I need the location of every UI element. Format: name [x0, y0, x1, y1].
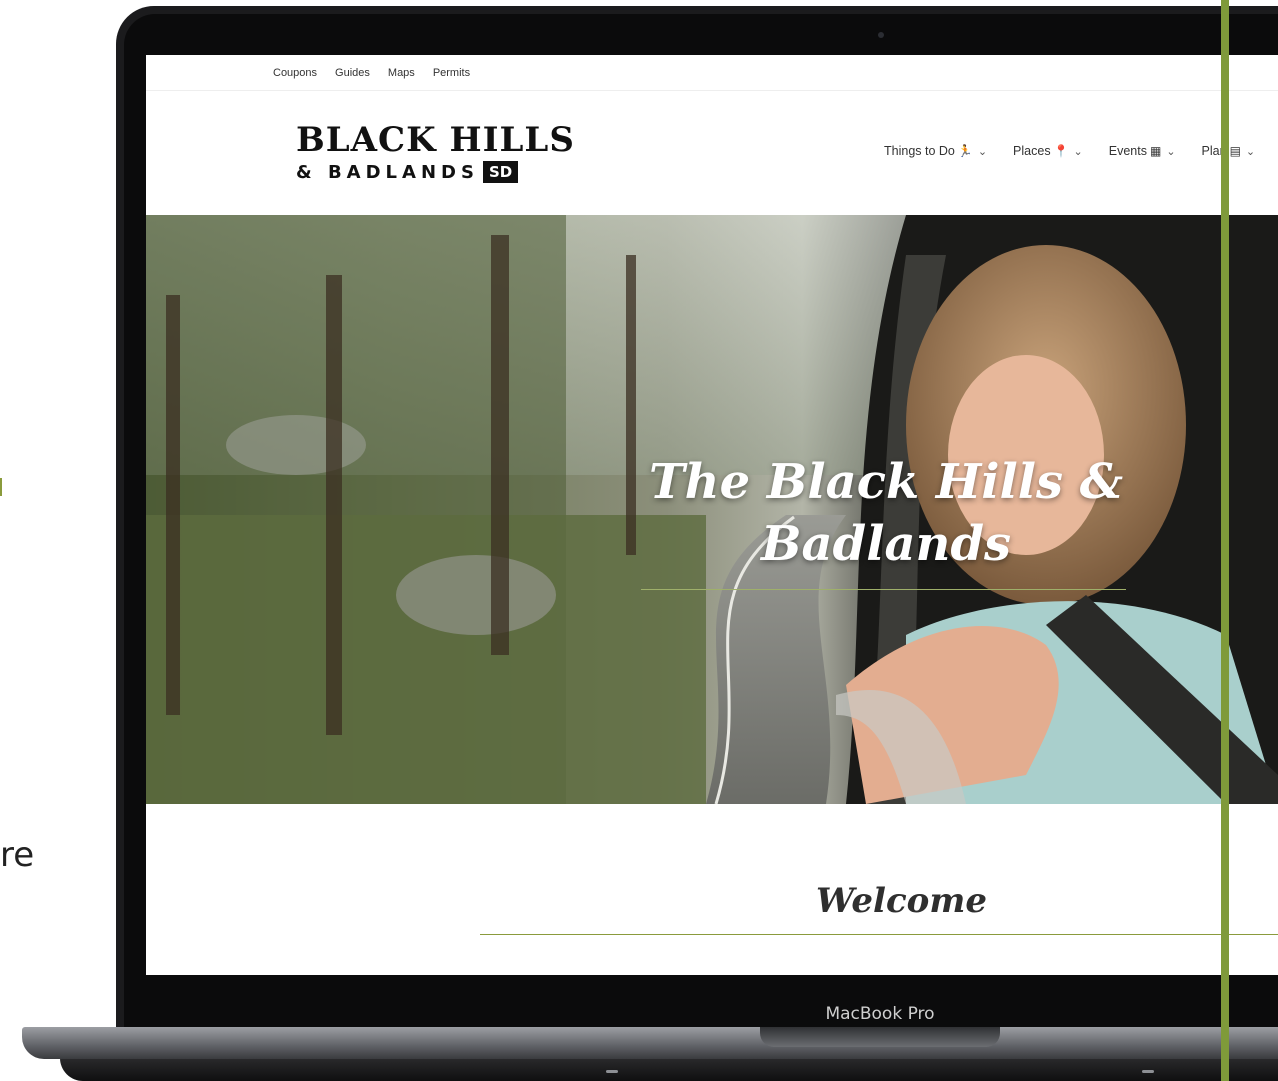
chevron-down-icon: ⌄ [1166, 145, 1176, 158]
guide-line [1221, 0, 1229, 1081]
logo-line-2-wrap: & BADLANDS SD [296, 161, 575, 183]
camera-icon [878, 32, 884, 38]
map-pin-icon: 📍 [1053, 144, 1069, 158]
nav-things-to-do[interactable]: Things to Do 🏃 ⌄ [884, 144, 987, 158]
laptop-foot [1142, 1070, 1154, 1073]
nav-label: Places [1013, 144, 1051, 158]
clipboard-icon: ▤ [1229, 144, 1241, 158]
utility-link-guides[interactable]: Guides [335, 67, 370, 79]
laptop-foot [606, 1070, 618, 1073]
nav-places[interactable]: Places 📍 ⌄ [1013, 144, 1083, 158]
logo-line-1: BLACK HILLS [296, 120, 575, 160]
utility-bar: Coupons Guides Maps Permits [146, 55, 1278, 91]
laptop-screen: Coupons Guides Maps Permits BLACK HILLS … [146, 55, 1278, 975]
utility-nav: Coupons Guides Maps Permits [273, 67, 470, 79]
welcome-divider [480, 934, 1278, 935]
laptop-notch [760, 1027, 1000, 1047]
hero-title: The Black Hills & Badlands [648, 454, 1124, 572]
main-nav: Things to Do 🏃 ⌄ Places 📍 ⌄ Events ▦ ⌄ P… [884, 144, 1255, 158]
logo-line-2: & BADLANDS [296, 161, 479, 183]
laptop-base [22, 1027, 1278, 1059]
site-logo[interactable]: BLACK HILLS & BADLANDS SD [296, 123, 575, 183]
nav-events[interactable]: Events ▦ ⌄ [1109, 144, 1176, 158]
laptop-base-shadow [60, 1058, 1278, 1081]
hero-banner: The Black Hills & Badlands [146, 215, 1278, 804]
utility-link-permits[interactable]: Permits [433, 67, 470, 79]
slide-tick-mark [0, 478, 2, 496]
nav-label: Events [1108, 144, 1147, 158]
utility-link-coupons[interactable]: Coupons [273, 67, 317, 79]
chevron-down-icon: ⌄ [977, 145, 988, 158]
calendar-icon: ▦ [1149, 144, 1162, 158]
logo-state-badge: SD [482, 161, 519, 183]
hero-divider [641, 589, 1126, 590]
hiking-icon: 🏃 [957, 144, 973, 158]
intro-text-cutoff [506, 960, 1278, 972]
chevron-down-icon: ⌄ [1073, 145, 1083, 158]
chevron-down-icon: ⌄ [1245, 145, 1256, 158]
nav-label: Things to Do [884, 144, 955, 158]
slide-text-fragment: re [0, 835, 35, 875]
laptop-model-label: MacBook Pro [825, 1004, 935, 1024]
welcome-heading: Welcome [816, 881, 987, 921]
utility-link-maps[interactable]: Maps [388, 67, 415, 79]
